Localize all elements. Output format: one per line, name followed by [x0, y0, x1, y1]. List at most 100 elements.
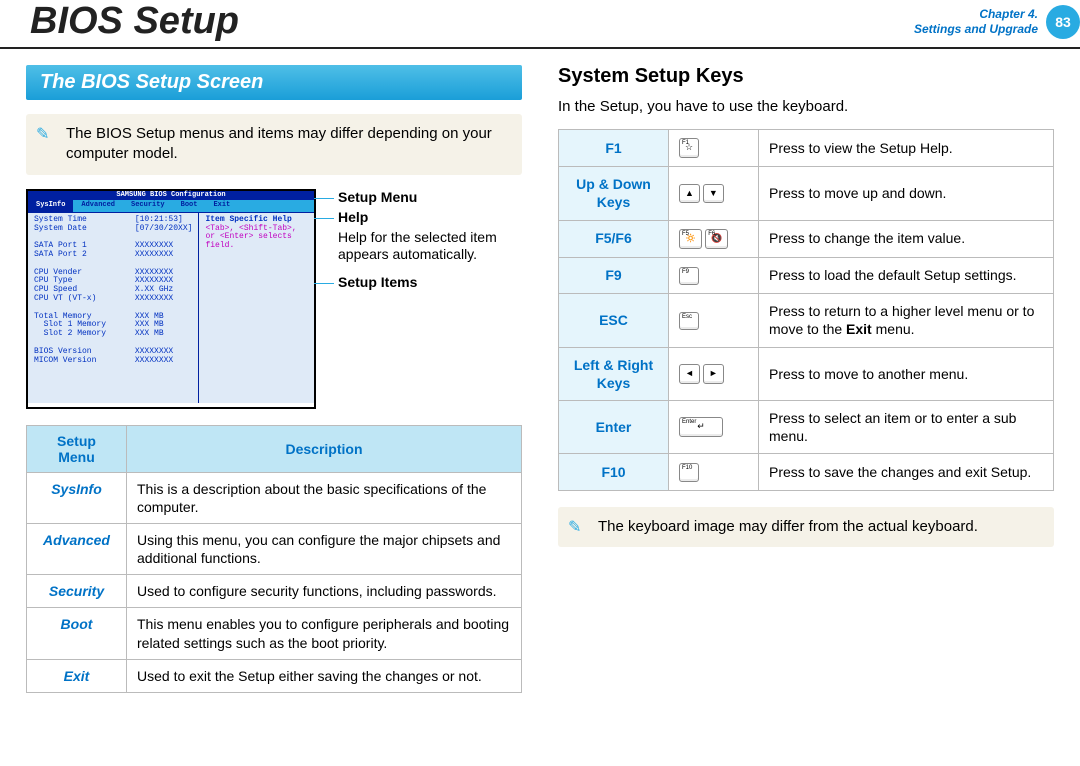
table-row: BootThis menu enables you to configure p…: [27, 608, 522, 659]
bios-menu-exit: Exit: [205, 200, 238, 212]
menu-desc-cell: This is a description about the basic sp…: [127, 472, 522, 523]
note-box: ✎ The BIOS Setup menus and items may dif…: [26, 114, 522, 175]
key-name-cell: F10: [559, 454, 669, 490]
key-desc-cell: Press to load the default Setup settings…: [759, 257, 1054, 293]
key-desc-cell: Press to move up and down.: [759, 167, 1054, 220]
key-icon: F6🔇: [705, 229, 728, 249]
key-name-cell: F5/F6: [559, 220, 669, 257]
key-name-cell: Left & Right Keys: [559, 347, 669, 400]
section-title-bar: The BIOS Setup Screen: [26, 65, 522, 100]
table-row: AdvancedUsing this menu, you can configu…: [27, 523, 522, 574]
menu-name-cell: Advanced: [27, 523, 127, 574]
keyboard-note-box: ✎ The keyboard image may differ from the…: [558, 507, 1054, 547]
pencil-icon: ✎: [36, 124, 49, 146]
key-icon: F5🔅: [679, 229, 702, 249]
keys-table: F1 F1☆ Press to view the Setup Help. Up & D…: [558, 129, 1054, 491]
menu-desc-cell: Used to exit the Setup either saving the…: [127, 659, 522, 692]
menu-name-cell: Exit: [27, 659, 127, 692]
menu-name-cell: Security: [27, 575, 127, 608]
th-description: Description: [127, 425, 522, 472]
key-name-cell: Up & Down Keys: [559, 167, 669, 220]
menu-desc-cell: Used to configure security functions, in…: [127, 575, 522, 608]
menu-desc-cell: Using this menu, you can configure the m…: [127, 523, 522, 574]
table-row: F10 F10 Press to save the changes and exi…: [559, 454, 1054, 490]
key-icon-cell: F10: [669, 454, 759, 490]
key-icon: ►: [703, 364, 724, 384]
key-icon: Enter↵: [679, 417, 723, 437]
menu-name-cell: Boot: [27, 608, 127, 659]
page-header: BIOS Setup Chapter 4. Settings and Upgra…: [0, 0, 1080, 49]
table-row: F9 F9 Press to load the default Setup set…: [559, 257, 1054, 293]
key-name-cell: ESC: [559, 294, 669, 347]
menu-name-cell: SysInfo: [27, 472, 127, 523]
key-icon-cell: Enter↵: [669, 400, 759, 453]
bios-area: SAMSUNG BIOS Configuration SysInfo Advan…: [26, 189, 522, 409]
key-desc-cell: Press to return to a higher level menu o…: [759, 294, 1054, 347]
key-desc-cell: Press to move to another menu.: [759, 347, 1054, 400]
page-number: 83: [1046, 5, 1080, 39]
bios-help-pane: Item Specific Help <Tab>, <Shift-Tab>, o…: [198, 213, 314, 403]
key-icon: F1☆: [679, 138, 699, 158]
table-row: SecurityUsed to configure security funct…: [27, 575, 522, 608]
system-setup-keys-title: System Setup Keys: [558, 65, 1054, 88]
menu-desc-cell: This menu enables you to configure perip…: [127, 608, 522, 659]
bios-menu-sysinfo: SysInfo: [28, 200, 73, 212]
key-icon: F10: [679, 463, 699, 481]
key-icon: ▲: [679, 184, 700, 204]
key-icon: Esc: [679, 312, 699, 330]
key-desc-cell: Press to save the changes and exit Setup…: [759, 454, 1054, 490]
page: BIOS Setup Chapter 4. Settings and Upgra…: [0, 0, 1080, 766]
bios-body: System Time [10:21:53] System Date [07/3…: [28, 213, 314, 403]
label-help-desc: Help for the selected item appears autom…: [324, 229, 522, 264]
bios-window-title: SAMSUNG BIOS Configuration: [28, 191, 314, 201]
key-icon-cell: Esc: [669, 294, 759, 347]
page-title: BIOS Setup: [30, 0, 239, 43]
table-row: F1 F1☆ Press to view the Setup Help.: [559, 130, 1054, 167]
chapter-line2: Settings and Upgrade: [914, 22, 1038, 36]
key-icon: ◄: [679, 364, 700, 384]
bios-screenshot: SAMSUNG BIOS Configuration SysInfo Advan…: [26, 189, 316, 409]
bios-menu-boot: Boot: [173, 200, 206, 212]
key-desc-cell: Press to change the item value.: [759, 220, 1054, 257]
table-row: ExitUsed to exit the Setup either saving…: [27, 659, 522, 692]
bios-labels: Setup Menu Help Help for the selected it…: [324, 189, 522, 409]
key-icon-cell: ▲▼: [669, 167, 759, 220]
note-text: The BIOS Setup menus and items may diffe…: [66, 125, 492, 162]
bios-menu-advanced: Advanced: [73, 200, 123, 212]
key-icon-cell: ◄►: [669, 347, 759, 400]
chapter-badge: Chapter 4. Settings and Upgrade 83: [914, 5, 1080, 39]
setup-menu-table: Setup Menu Description SysInfoThis is a …: [26, 425, 522, 694]
right-column: System Setup Keys In the Setup, you have…: [558, 65, 1054, 693]
key-name-cell: Enter: [559, 400, 669, 453]
keyboard-note-text: The keyboard image may differ from the a…: [598, 518, 978, 535]
key-icon-cell: F9: [669, 257, 759, 293]
table-row: SysInfoThis is a description about the b…: [27, 472, 522, 523]
pencil-icon: ✎: [568, 517, 581, 539]
columns: The BIOS Setup Screen ✎ The BIOS Setup m…: [0, 49, 1080, 693]
key-name-cell: F9: [559, 257, 669, 293]
table-row: ESC Esc Press to return to a higher level…: [559, 294, 1054, 347]
chapter-text: Chapter 4. Settings and Upgrade: [914, 7, 1038, 36]
key-icon-cell: F1☆: [669, 130, 759, 167]
key-icon: ▼: [703, 184, 724, 204]
table-row: Enter Enter↵ Press to select an item or to…: [559, 400, 1054, 453]
bios-menu-bar: SysInfo Advanced Security Boot Exit: [28, 200, 314, 213]
label-setup-menu: Setup Menu: [324, 189, 522, 205]
label-setup-items: Setup Items: [324, 274, 522, 290]
table-row: Left & Right Keys◄►Press to move to anot…: [559, 347, 1054, 400]
bios-menu-security: Security: [123, 200, 173, 212]
chapter-line1: Chapter 4.: [914, 7, 1038, 21]
key-icon: F9: [679, 267, 699, 285]
bios-left-pane: System Time [10:21:53] System Date [07/3…: [28, 213, 198, 403]
bios-help-body: <Tab>, <Shift-Tab>, or <Enter> selects f…: [205, 225, 308, 251]
label-help: Help: [324, 209, 522, 225]
key-icon-cell: F5🔅F6🔇: [669, 220, 759, 257]
key-name-cell: F1: [559, 130, 669, 167]
system-setup-intro: In the Setup, you have to use the keyboa…: [558, 98, 1054, 115]
key-desc-cell: Press to select an item or to enter a su…: [759, 400, 1054, 453]
table-row: F5/F6F5🔅F6🔇Press to change the item valu…: [559, 220, 1054, 257]
table-row: Up & Down Keys▲▼Press to move up and dow…: [559, 167, 1054, 220]
key-desc-cell: Press to view the Setup Help.: [759, 130, 1054, 167]
th-setup-menu: Setup Menu: [27, 425, 127, 472]
left-column: The BIOS Setup Screen ✎ The BIOS Setup m…: [26, 65, 522, 693]
